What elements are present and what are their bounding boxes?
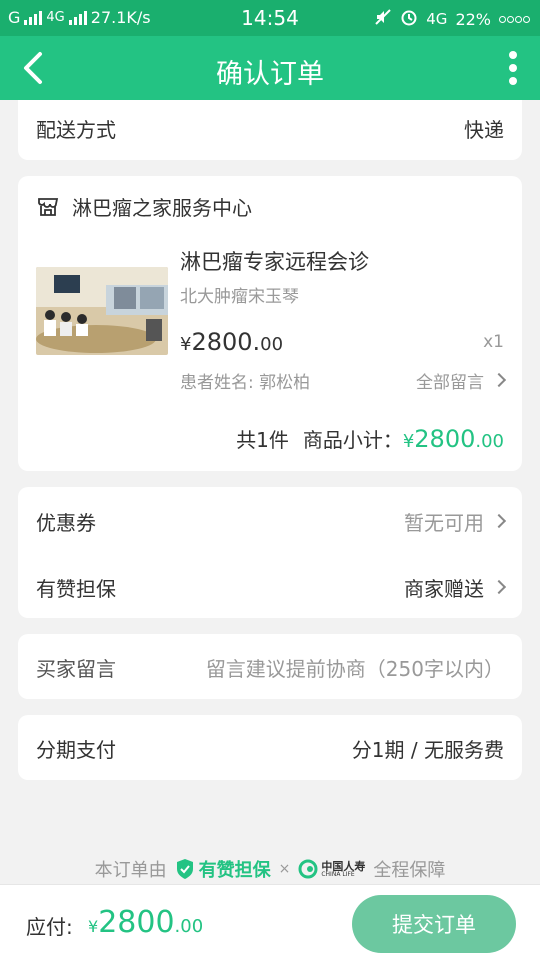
installment-value: 分1期 / 无服务费 (351, 738, 504, 762)
product-image[interactable] (36, 267, 168, 355)
subtotal: 共1件 商品小计：¥2800.00 (236, 424, 504, 453)
nav-bar: 确认订单 (0, 36, 540, 100)
battery-icon (499, 15, 530, 23)
battery-percent: 22% (455, 9, 491, 29)
store-header[interactable]: 淋巴瘤之家服务中心 (36, 192, 252, 221)
guarantee-value: 商家赠送 (404, 577, 484, 601)
installment-row[interactable]: 分期支付 分1期 / 无服务费 (36, 734, 504, 763)
item-count: 共1件 (236, 428, 289, 452)
bottom-bar: 应付: ¥2800.00 提交订单 (0, 884, 540, 960)
guarantee-label: 有赞担保 (36, 577, 116, 601)
buyer-note-card: 买家留言 留言建议提前协商（250字以内） (18, 634, 522, 699)
coupon-row[interactable]: 优惠券 暂无可用 (36, 507, 507, 536)
submit-order-button[interactable]: 提交订单 (352, 895, 516, 953)
subtotal-label: 商品小计： (302, 428, 403, 452)
pay-amount: ¥2800.00 (88, 905, 203, 940)
times-symbol: × (278, 861, 291, 877)
product-subtitle: 北大肿瘤宋玉琴 (180, 287, 299, 307)
all-messages-link[interactable]: 全部留言 (416, 368, 507, 393)
guarantee-row[interactable]: 有赞担保 商家赠送 (36, 573, 507, 602)
insurer-name-en: CHINA LIFE (321, 870, 355, 878)
subtotal-int: 2800 (414, 425, 476, 453)
buyer-note-row: 买家留言 留言建议提前协商（250字以内） (36, 653, 504, 682)
alarm-icon (400, 8, 418, 30)
product-quantity: x1 (483, 332, 504, 352)
guarantee-brand: 有赞担保 (198, 860, 271, 881)
patient-name: 患者姓名: 郭松柏 (180, 373, 311, 393)
guarantee-suffix: 全程保障 (373, 860, 446, 881)
coupon-value: 暂无可用 (404, 511, 484, 535)
network-type-2: 4G (426, 10, 448, 28)
benefits-card: 优惠券 暂无可用 有赞担保 商家赠送 (18, 487, 522, 618)
china-life-icon (298, 859, 318, 879)
price-dec: 00 (260, 334, 284, 355)
subtotal-symbol: ¥ (402, 431, 415, 452)
buyer-note-input[interactable]: 留言建议提前协商（250字以内） (206, 653, 504, 682)
coupon-label: 优惠券 (36, 511, 96, 535)
pay-symbol: ¥ (88, 917, 99, 936)
shield-icon (176, 859, 193, 879)
china-life-logo: 中国人寿 CHINA LIFE (298, 859, 365, 879)
installment-card: 分期支付 分1期 / 无服务费 (18, 715, 522, 780)
installment-label: 分期支付 (36, 738, 116, 762)
guarantee-prefix: 本订单由 (94, 860, 167, 881)
all-messages-label: 全部留言 (416, 373, 484, 393)
delivery-card: 配送方式 快递 (18, 100, 522, 160)
product-price: ¥2800.00 (180, 328, 283, 356)
mute-icon (374, 8, 392, 30)
pay-amount-dec: .00 (174, 916, 204, 937)
insurer-name: 中国人寿 (321, 859, 366, 873)
store-card: 淋巴瘤之家服务中心 淋巴瘤专家远程会诊 北大肿瘤宋玉琴 ¥2800.00 x1 … (18, 176, 522, 471)
page-title: 确认订单 (216, 59, 324, 90)
delivery-value: 快递 (464, 118, 504, 142)
price-symbol: ¥ (180, 334, 192, 355)
more-button[interactable] (498, 46, 528, 90)
more-vertical-icon (509, 51, 517, 85)
pay-amount-int: 2800 (98, 905, 175, 940)
buyer-note-label: 买家留言 (36, 657, 116, 681)
product-title[interactable]: 淋巴瘤专家远程会诊 (180, 246, 369, 276)
store-name: 淋巴瘤之家服务中心 (72, 196, 252, 220)
guarantee-footer: 本订单由 有赞担保 × 中国人寿 CHINA LIFE 全程保障 (0, 856, 540, 882)
chevron-right-icon (491, 579, 507, 594)
chevron-right-icon (491, 513, 507, 528)
subtotal-dec: .00 (475, 431, 504, 452)
chevron-right-icon (491, 372, 507, 387)
store-icon (38, 197, 59, 216)
delivery-label: 配送方式 (36, 118, 116, 142)
delivery-row[interactable]: 配送方式 快递 (36, 114, 504, 143)
pay-label: 应付: (26, 915, 73, 939)
price-int: 2800. (191, 328, 261, 356)
status-bar: G 4G 27.1K/s 14:54 4G 22% (0, 0, 540, 36)
